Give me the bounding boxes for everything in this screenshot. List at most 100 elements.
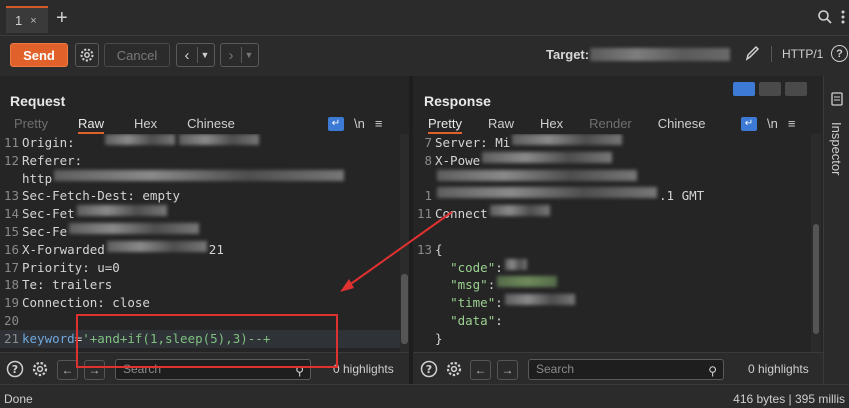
history-back-button[interactable]: ‹ ▼	[176, 43, 215, 67]
tab-render[interactable]: Render	[589, 114, 632, 134]
highlights-count: 0 highlights	[748, 362, 809, 376]
svg-text:?: ?	[12, 363, 18, 376]
search-icon[interactable]	[817, 9, 833, 25]
send-button[interactable]: Send	[10, 43, 68, 67]
target-label: Target:	[546, 47, 590, 62]
chevron-left-icon: ‹	[184, 46, 190, 64]
editor-line: http	[0, 169, 400, 188]
response-size-time: 416 bytes | 395 millis	[733, 392, 845, 406]
status-text: Done	[4, 392, 33, 406]
editor-line: 14 Sec-Fet	[0, 205, 400, 223]
annotation-highlight-box	[76, 314, 338, 368]
history-forward-button[interactable]: › ▼	[220, 43, 259, 67]
divider	[771, 46, 772, 62]
gear-icon[interactable]	[445, 360, 463, 378]
response-editor[interactable]: 7 Server: Mi 8 X-Powe 1.1 GMT 11 Connect 13…	[413, 134, 809, 352]
newline-toggle[interactable]: \n	[354, 116, 365, 131]
help-icon[interactable]: ?	[6, 360, 24, 378]
next-match-button[interactable]: →	[497, 360, 518, 380]
layout-stacked-icon[interactable]	[759, 82, 781, 96]
settings-button[interactable]	[75, 43, 99, 67]
editor-line: 8 X-Powe	[413, 151, 809, 170]
dropdown-arrow-icon[interactable]: ▼	[198, 50, 212, 60]
tab-bar: 1 × +	[0, 0, 849, 36]
http-version[interactable]: HTTP/1	[782, 47, 823, 61]
layout-toggle-group	[733, 82, 807, 96]
editor-line: 11 Origin:	[0, 134, 400, 152]
more-options-icon[interactable]	[841, 9, 845, 25]
layout-side-by-side-icon[interactable]	[733, 82, 755, 96]
tab-bar-tools	[817, 9, 845, 25]
svg-text:?: ?	[426, 363, 432, 376]
tab-raw[interactable]: Raw	[77, 114, 104, 134]
json-line: "msg":	[413, 276, 809, 294]
json-line: "code":	[413, 258, 809, 277]
json-key: "data"	[450, 312, 496, 328]
menu-icon[interactable]: ≡	[788, 116, 796, 131]
request-editor-tools: ↵ \n ≡	[328, 116, 382, 131]
target-host-redacted[interactable]	[590, 48, 730, 61]
editor-line: 19 Connection: close	[3, 295, 150, 311]
newline-toggle[interactable]: \n	[767, 116, 778, 131]
editor-line: 15 Sec-Fe	[0, 222, 400, 241]
json-line: }	[435, 330, 443, 346]
editor-line: 7 Server: Mi	[413, 134, 809, 152]
json-line: "time":	[413, 294, 809, 312]
inspector-sidebar[interactable]: Inspector	[823, 76, 849, 384]
pencil-icon[interactable]	[744, 44, 760, 62]
response-editor-tools: ↵ \n ≡	[741, 116, 795, 131]
previous-match-button[interactable]: ←	[470, 360, 491, 380]
request-scrollbar[interactable]	[400, 134, 409, 352]
editor-line: 11 Connect	[413, 205, 809, 223]
response-scrollbar[interactable]	[811, 134, 821, 352]
search-icon: ⚲	[708, 364, 717, 378]
tab-hex[interactable]: Hex	[134, 114, 157, 134]
cancel-button[interactable]: Cancel	[104, 43, 170, 67]
wrap-lines-icon[interactable]: ↵	[741, 116, 757, 131]
chevron-right-icon: ›	[228, 46, 234, 64]
editor-line: 16 X-Forwarded 21	[3, 240, 224, 257]
search-placeholder: Search	[536, 362, 575, 376]
layout-tabs-icon[interactable]	[785, 82, 807, 96]
tab-chinese[interactable]: Chinese	[658, 114, 706, 134]
request-view-tabs: Pretty Raw Hex Chinese	[14, 114, 235, 134]
gear-icon	[80, 48, 94, 62]
help-icon[interactable]: ?	[420, 360, 438, 378]
tab-chinese[interactable]: Chinese	[187, 114, 235, 134]
menu-icon[interactable]: ≡	[375, 116, 383, 131]
tab-pretty[interactable]: Pretty	[14, 114, 48, 134]
json-line: "data":	[450, 312, 503, 328]
gear-icon[interactable]	[31, 360, 49, 378]
tab-pretty[interactable]: Pretty	[428, 114, 462, 134]
highlights-count: 0 highlights	[333, 362, 394, 376]
tab-hex[interactable]: Hex	[540, 114, 563, 134]
json-key: "code"	[450, 259, 496, 275]
inspector-icon	[831, 92, 843, 106]
editor-line: 17 Priority: u=0	[3, 259, 120, 275]
inspector-label: Inspector	[829, 122, 844, 176]
request-title: Request	[10, 93, 66, 109]
editor-line: 13{	[416, 241, 443, 257]
editor-line: 12 Referer:	[3, 152, 83, 168]
response-panel: Response Pretty Raw Hex Render Chinese ↵…	[413, 76, 823, 384]
param-key: keyword	[22, 330, 75, 346]
response-search-bar: ? ← → Search ⚲ 0 highlights	[413, 352, 823, 384]
wrap-lines-icon[interactable]: ↵	[328, 116, 344, 131]
response-view-tabs: Pretty Raw Hex Render Chinese	[428, 114, 705, 134]
search-input[interactable]: Search ⚲	[528, 359, 724, 380]
close-icon[interactable]: ×	[30, 15, 36, 27]
tab-1[interactable]: 1 ×	[6, 6, 48, 33]
json-key: "time"	[450, 295, 496, 311]
dropdown-arrow-icon[interactable]: ▼	[242, 50, 256, 60]
add-tab-button[interactable]: +	[56, 6, 68, 30]
help-icon[interactable]: ?	[831, 45, 848, 62]
previous-match-button[interactable]: ←	[57, 360, 78, 380]
editor-line: 13 Sec-Fetch-Dest: empty	[3, 188, 181, 204]
editor-line	[413, 169, 809, 188]
tab-label: 1	[15, 13, 23, 28]
editor-line: 1.1 GMT	[424, 187, 705, 204]
json-key: "msg"	[450, 277, 488, 293]
status-bar: Done 416 bytes | 395 millis	[0, 384, 849, 408]
tab-raw[interactable]: Raw	[488, 114, 514, 134]
